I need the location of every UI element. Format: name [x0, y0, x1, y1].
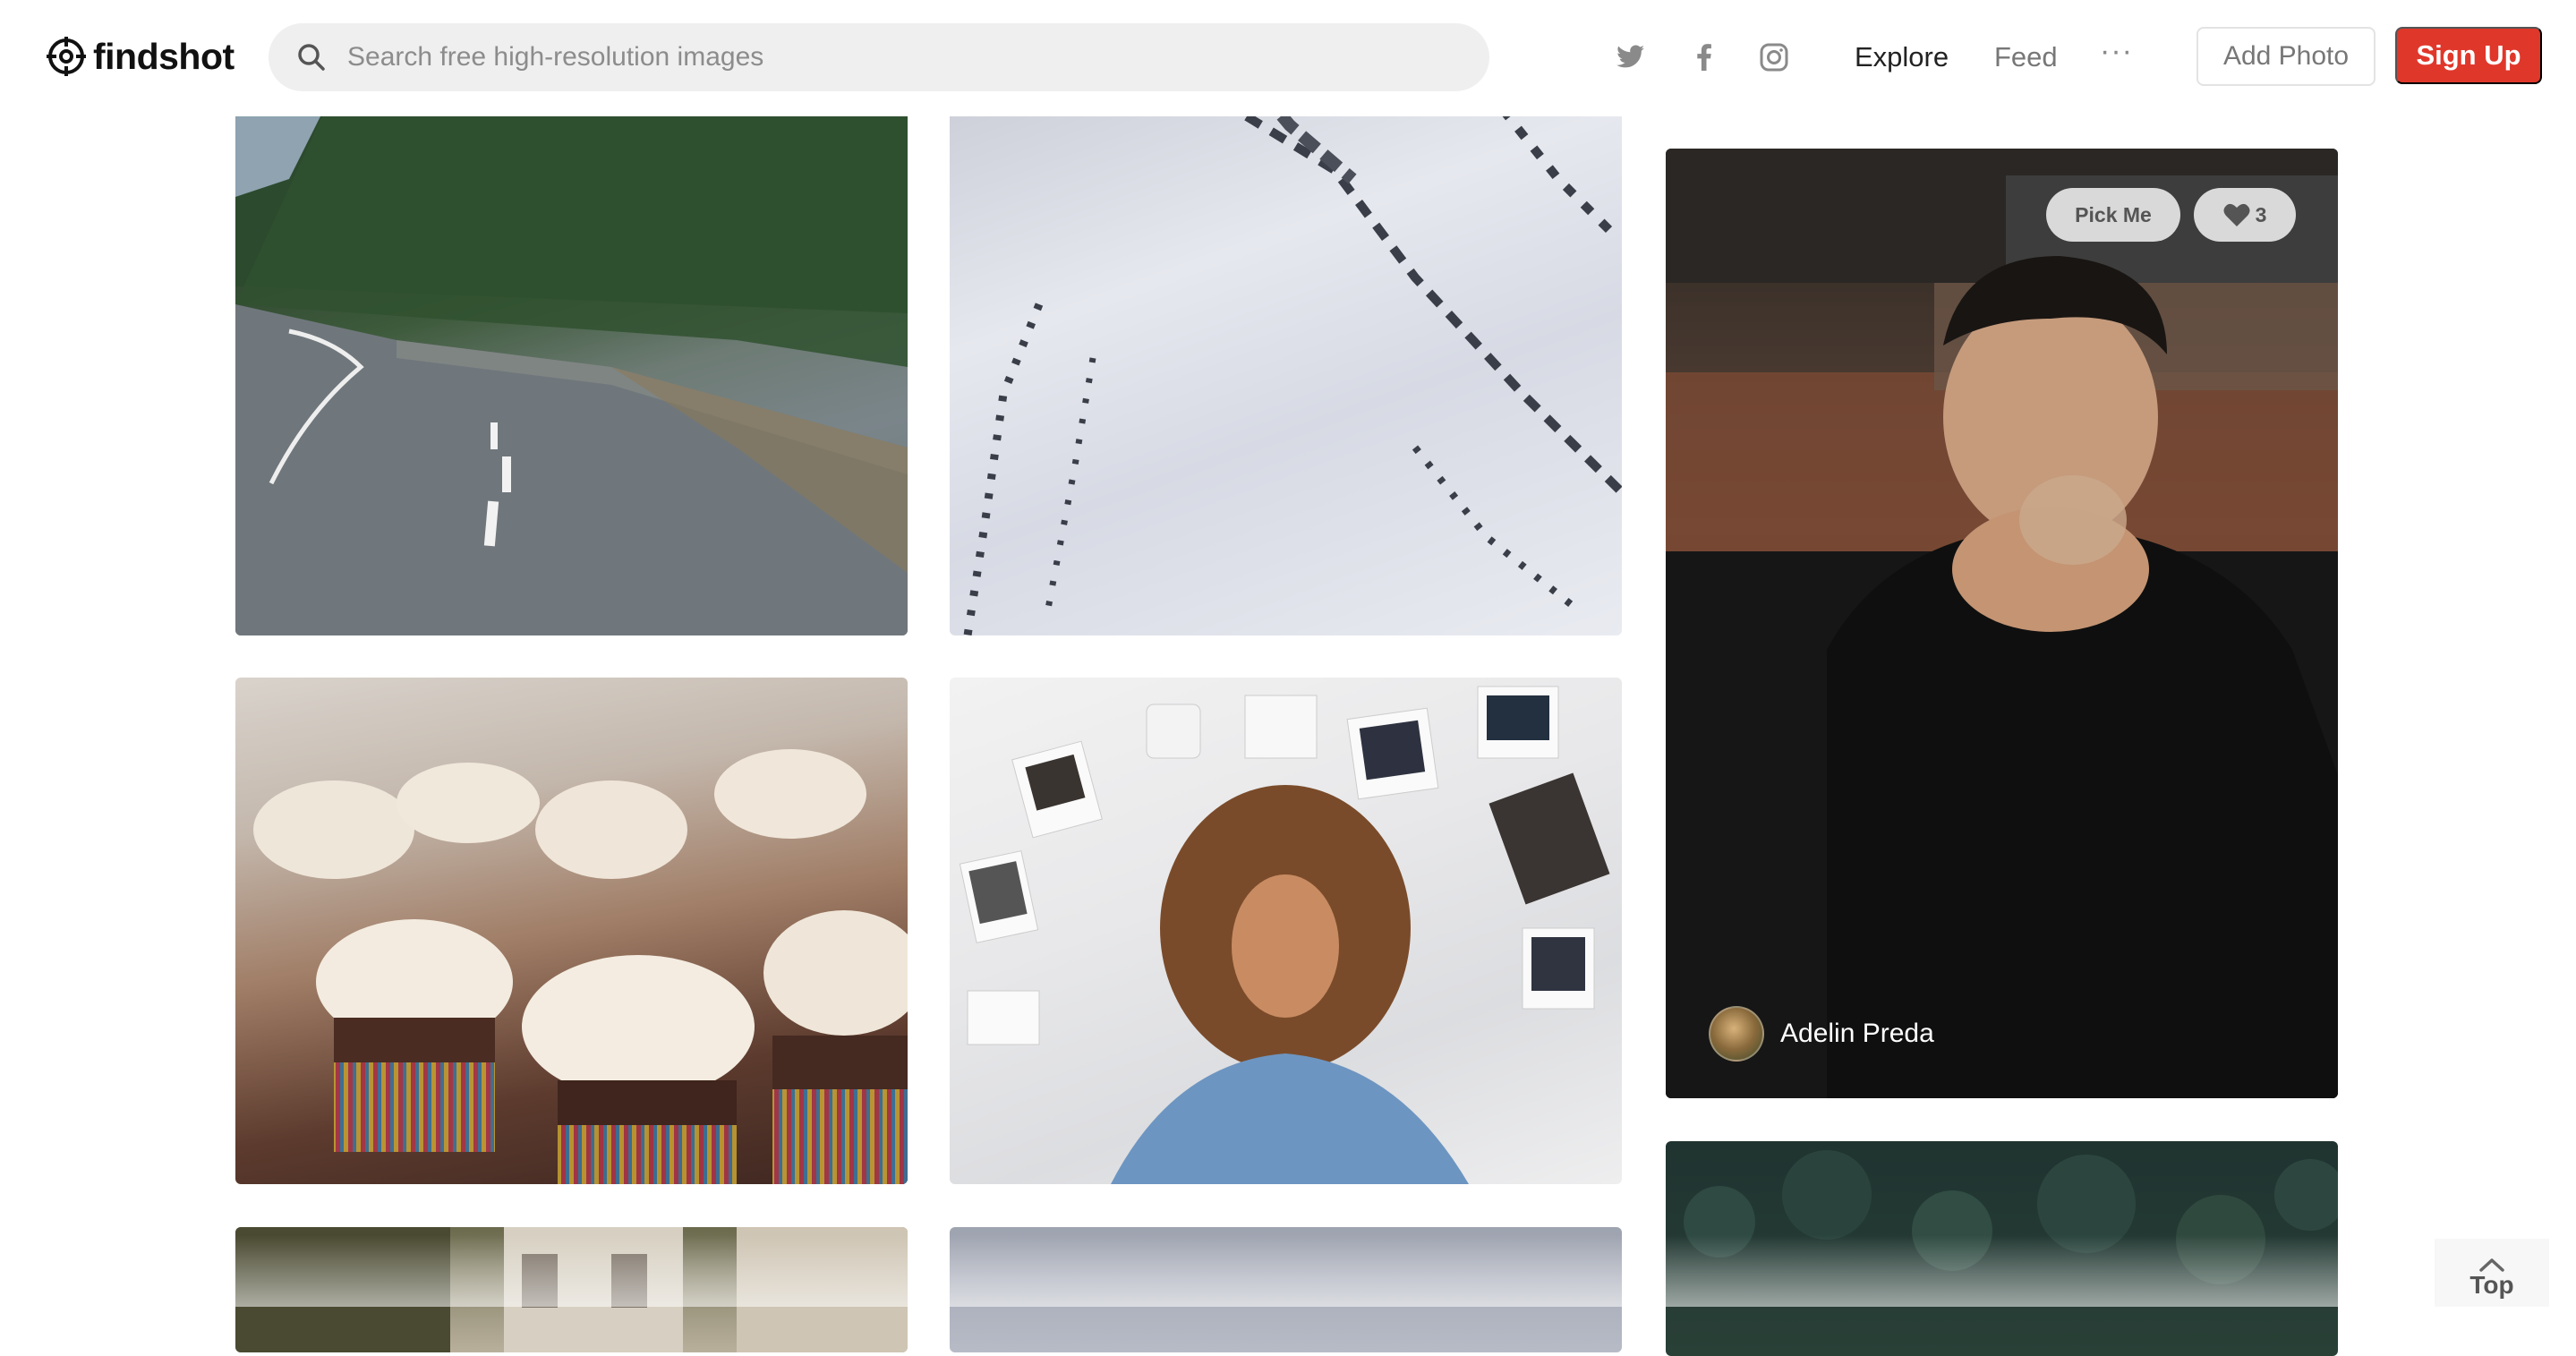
avatar [1709, 1006, 1764, 1062]
scroll-top-label: Top [2469, 1271, 2514, 1299]
like-count: 3 [2255, 202, 2267, 226]
featured-photo-card[interactable]: Pick Me 3 Adelin Preda [1666, 149, 2338, 1098]
search-icon [298, 44, 325, 71]
top-nav-bar: findshot Explore Feed ··· Add Photo Sign… [0, 0, 2576, 116]
search-bar[interactable] [269, 23, 1489, 91]
more-menu-icon[interactable]: ··· [2100, 34, 2133, 69]
logo-crosshair-icon [47, 37, 86, 76]
photo-cupcakes[interactable] [235, 678, 908, 1184]
sign-up-button[interactable]: Sign Up [2395, 27, 2542, 84]
photo-woman-polaroids[interactable] [950, 678, 1622, 1184]
photo-street[interactable] [235, 1227, 908, 1352]
like-button[interactable]: 3 [2194, 188, 2296, 242]
photo-author[interactable]: Adelin Preda [1709, 1006, 1934, 1062]
photo-road-forest[interactable] [235, 72, 908, 635]
snowy-mountain-image [963, 72, 1622, 635]
facebook-icon[interactable] [1686, 39, 1722, 75]
street-image [235, 1227, 908, 1352]
nav-explore[interactable]: Explore [1855, 41, 1949, 73]
search-input[interactable] [345, 41, 1423, 73]
man-drinking-coffee-image [1666, 149, 2338, 1098]
findshot-logo[interactable]: findshot [47, 34, 235, 79]
nav-feed[interactable]: Feed [1994, 41, 2058, 73]
heart-icon [2223, 203, 2250, 226]
logo-wordmark: findshot [93, 35, 235, 77]
instagram-icon[interactable] [1756, 39, 1792, 75]
author-name: Adelin Preda [1780, 1019, 1934, 1048]
scroll-to-top-button[interactable]: Top [2435, 1239, 2549, 1307]
add-photo-button[interactable]: Add Photo [2196, 27, 2376, 86]
photo-forest[interactable] [1666, 1141, 2338, 1356]
photo-sky[interactable] [950, 1227, 1622, 1352]
road-forest-image [235, 72, 908, 635]
forest-image [1684, 1150, 2338, 1284]
cupcakes-image [253, 749, 908, 1184]
woman-polaroids-image [959, 686, 1610, 1184]
pick-me-button[interactable]: Pick Me [2046, 188, 2180, 242]
twitter-icon[interactable] [1613, 39, 1649, 75]
photo-snowy-mountain[interactable] [950, 72, 1622, 635]
